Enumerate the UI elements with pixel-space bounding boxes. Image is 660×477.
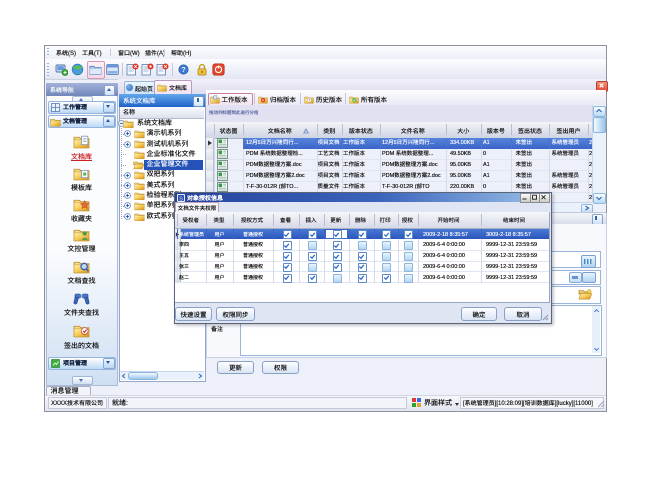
svg-text:S: S <box>179 196 183 202</box>
svg-text:?: ? <box>181 65 186 74</box>
